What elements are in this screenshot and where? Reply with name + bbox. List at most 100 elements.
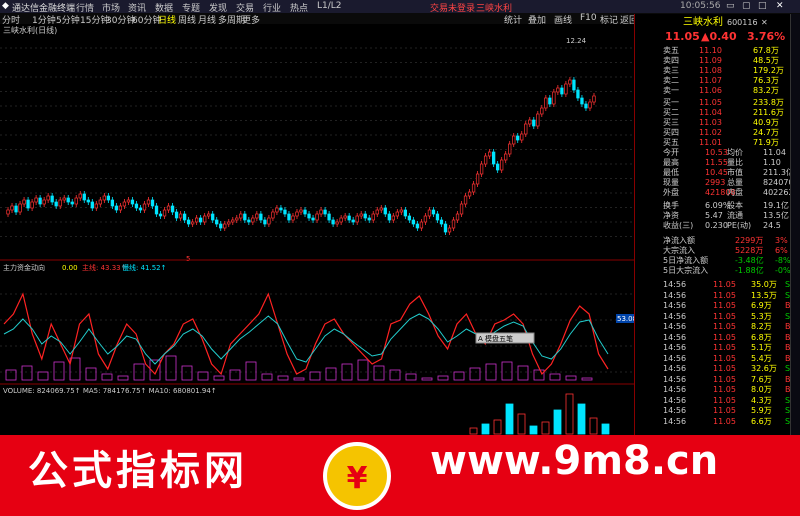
tick-volume: 8.2万 (751, 322, 772, 331)
tick-time: 14:56 (663, 322, 687, 331)
candle-body (287, 213, 291, 221)
tick-row[interactable]: 14:56 11.05 6.8万 B (635, 333, 795, 343)
candle-body (78, 193, 82, 199)
stat-label: 均价 (727, 148, 743, 157)
volume-bar (553, 409, 562, 435)
bid-row[interactable]: 买二 11.04 211.6万 (635, 108, 795, 118)
flow-row[interactable]: 5日大宗流入 -1.88亿 -0% (635, 266, 795, 276)
candle-body (467, 191, 472, 197)
ask-row[interactable]: 卖四 11.09 48.5万 (635, 56, 795, 66)
candle-body (403, 209, 408, 217)
tick-row[interactable]: 14:56 11.05 4.3万 S (635, 396, 795, 406)
tick-price: 11.05 (713, 406, 736, 415)
bid-row[interactable]: 买五 11.01 71.9万 (635, 138, 795, 148)
stat-row[interactable]: 收益(三) 0.230 PE(动) 24.5 (635, 221, 795, 231)
bid-label: 买三 (663, 118, 679, 127)
drawing-popup[interactable]: A 模盘五笔 (478, 334, 513, 343)
candle-body (548, 97, 552, 105)
tick-time: 14:56 (663, 416, 687, 426)
minimize-icon[interactable]: ▭ (726, 1, 735, 11)
tick-row[interactable]: 14:56 11.05 8.0万 B (635, 385, 795, 395)
candle-body (379, 207, 383, 211)
candle-body (62, 197, 66, 201)
tick-price: 11.05 (713, 343, 736, 352)
candle-body (335, 221, 339, 225)
stat-row[interactable]: 换手 6.09% 股本 19.1亿 (635, 201, 795, 211)
ask-row[interactable]: 卖一 11.06 83.2万 (635, 86, 795, 96)
candle-body (174, 211, 179, 219)
tick-row[interactable]: 14:56 11.05 35.0万 S (635, 280, 795, 290)
tick-volume: 5.3万 (751, 311, 772, 321)
site-logo: ¥ (323, 442, 391, 510)
tick-row[interactable]: 14:56 11.05 32.6万 S (635, 364, 795, 374)
tick-volume: 6.8万 (751, 332, 772, 342)
ask-label: 卖一 (663, 86, 679, 95)
stat-row[interactable]: 净资 5.47 流通 13.5亿 (635, 211, 795, 221)
flow-label: 大宗流入 (663, 246, 695, 255)
tick-row[interactable]: 14:56 11.05 8.2万 B (635, 322, 795, 332)
candle-body (22, 199, 26, 205)
candle-body (327, 213, 331, 221)
kline-chart-area[interactable]: 三峡水利(日线) 12.24 5 主力资金动向 0.00 主线: 43.33↑ … (0, 24, 634, 436)
toolbar-f10[interactable]: F10 (580, 13, 597, 23)
stat-row[interactable]: 今开 10.53 均价 11.04 (635, 148, 795, 158)
menu-item-level[interactable]: L1/L2 (317, 1, 342, 11)
candle-body (122, 201, 127, 207)
ask-label: 卖三 (663, 66, 679, 75)
flow-row[interactable]: 净流入额 2299万 3% (635, 236, 795, 246)
flow-value: 2299万 (735, 236, 764, 245)
volume-bar (601, 423, 610, 435)
stat-row[interactable]: 外盘 421808 内盘 402262 (635, 188, 795, 198)
candle-body (283, 209, 287, 215)
tick-volume: 6.6万 (751, 416, 772, 426)
tick-row[interactable]: 14:56 11.05 7.6万 B (635, 375, 795, 385)
ask-row[interactable]: 卖二 11.07 76.3万 (635, 76, 795, 86)
ask-row[interactable]: 卖三 11.08 179.2万 (635, 66, 795, 76)
restore-icon[interactable]: ▢ (742, 1, 751, 11)
candle-body (528, 119, 532, 125)
bid-price: 11.03 (699, 118, 722, 127)
tick-row[interactable]: 14:56 11.05 5.3万 S (635, 312, 795, 322)
bid-row[interactable]: 买一 11.05 233.8万 (635, 98, 795, 108)
candle-body (592, 95, 596, 103)
tick-row[interactable]: 14:56 11.05 6.9万 B (635, 301, 795, 311)
stock-pct: 3.76% (747, 30, 786, 43)
candle-body (323, 209, 327, 215)
candle-body (383, 207, 387, 215)
candle-body (508, 143, 512, 155)
candle-body (311, 217, 315, 221)
candle-body (540, 107, 544, 115)
tick-row[interactable]: 14:56 11.05 6.6万 S (635, 417, 795, 427)
tick-row[interactable]: 14:56 11.05 5.9万 S (635, 406, 795, 416)
stat-value: 19.1亿 (763, 201, 789, 210)
stat-label: 市值 (727, 168, 743, 177)
tick-time: 14:56 (663, 364, 687, 373)
chart-title: 三峡水利(日线) (3, 25, 57, 35)
flow-row[interactable]: 大宗流入 5228万 6% (635, 246, 795, 256)
tick-row[interactable]: 14:56 11.05 5.1万 B (635, 343, 795, 353)
candle-body (154, 205, 159, 215)
ask-volume: 76.3万 (753, 76, 779, 85)
bid-row[interactable]: 买四 11.02 24.7万 (635, 128, 795, 138)
close-icon[interactable]: ✕ (776, 1, 784, 11)
tick-row[interactable]: 14:56 11.05 5.4万 B (635, 354, 795, 364)
title-bar: ◆ 通达信金融终端 行情 市场 资讯 数据 专题 发现 交易 行业 热点 L1/… (0, 0, 800, 14)
candle-body (170, 205, 175, 213)
maximize-icon[interactable]: □ (758, 1, 767, 11)
candle-body (18, 203, 22, 213)
ask-label: 卖五 (663, 46, 679, 55)
stat-row[interactable]: 最低 10.45 市值 211.3亿 (635, 168, 795, 178)
stat-label: 内盘 (727, 188, 743, 197)
candle-body (419, 221, 424, 229)
ask-row[interactable]: 卖五 11.10 67.8万 (635, 46, 795, 56)
flow-row[interactable]: 5日净流入额 -3.48亿 -8% (635, 256, 795, 266)
tick-row[interactable]: 14:56 11.05 13.5万 S (635, 291, 795, 301)
stock-close-icon[interactable]: ✕ (761, 16, 768, 30)
candle-body (536, 113, 540, 127)
bid-volume: 24.7万 (753, 128, 779, 137)
stat-label: 换手 (663, 201, 679, 210)
bid-row[interactable]: 买三 11.03 40.9万 (635, 118, 795, 128)
candle-body (114, 205, 119, 211)
stat-row[interactable]: 现量 2993 总量 824070 (635, 178, 795, 188)
stat-row[interactable]: 最高 11.55 量比 1.10 (635, 158, 795, 168)
